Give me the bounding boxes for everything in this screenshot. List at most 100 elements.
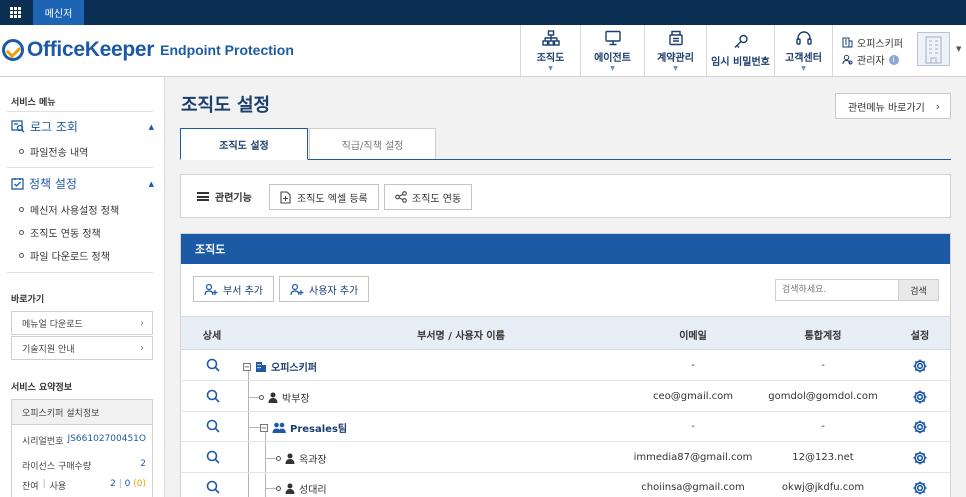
key-icon xyxy=(734,34,748,48)
search-icon[interactable] xyxy=(206,480,220,494)
func-label-text: 관련기능 xyxy=(215,193,252,204)
nav-label: 임시 비밀번호 xyxy=(711,56,770,68)
role-line: 관리자 i xyxy=(842,52,899,67)
col-detail: 상세 xyxy=(202,331,222,342)
sidebar-group-log[interactable]: 로그 조회 ▲ xyxy=(11,118,154,135)
tree-node[interactable]: − Presales팀 xyxy=(260,420,347,435)
search-icon[interactable] xyxy=(206,419,220,433)
gear-icon[interactable] xyxy=(912,450,928,466)
tree-line xyxy=(248,427,260,428)
sidebar: 서비스 메뉴 로그 조회 ▲ 파일전송 내역 정책 설정 ▲ 메신저 사용설정 … xyxy=(0,77,165,497)
serial-value: JS66102700451O xyxy=(67,434,146,444)
sidebar-item-download-policy[interactable]: 파일 다운로드 정책 xyxy=(19,248,110,263)
search-icon[interactable] xyxy=(206,389,220,403)
gear-icon[interactable] xyxy=(912,389,928,405)
sidebar-item-label: 메신저 사용설정 정책 xyxy=(30,206,120,217)
bullet-icon xyxy=(19,253,24,258)
tab-label: 직급/직책 설정 xyxy=(341,140,404,152)
messenger-tab[interactable]: 메신저 xyxy=(33,0,84,25)
tab-org-settings[interactable]: 조직도 설정 xyxy=(180,128,308,160)
separator: | xyxy=(42,479,46,489)
add-user-icon xyxy=(290,283,304,295)
use-label: 사용 xyxy=(49,482,67,492)
search-button[interactable]: 검색 xyxy=(898,279,939,301)
func-label: 관련기능 xyxy=(197,189,252,204)
nav-label: 조직도 xyxy=(536,52,565,64)
top-nav: 조직도 ▼ 에이전트 ▼ 계약관리 ▼ 임시 비밀번호 고객센터 ▼ xyxy=(520,25,832,76)
chevron-down-icon: ▼ xyxy=(610,64,615,72)
col-name: 부서명 / 사용자 이름 xyxy=(417,331,505,342)
chevron-up-icon: ▲ xyxy=(148,122,154,131)
manual-download-link[interactable]: 메뉴얼 다운로드 › xyxy=(11,311,153,335)
brand-name: OfficeKeeper xyxy=(27,38,155,61)
summary-box-title: 오피스키퍼 설치정보 xyxy=(12,400,152,425)
app-grid-icon[interactable] xyxy=(0,0,31,25)
sidebar-group-policy[interactable]: 정책 설정 ▲ xyxy=(11,175,154,192)
chevron-down-icon[interactable]: ▼ xyxy=(956,45,961,53)
add-department-button[interactable]: 부서 추가 xyxy=(193,276,274,302)
top-bar: 메신저 xyxy=(0,0,966,25)
table-row[interactable]: 옥과장 immedia87@gmail.com 12@123.net xyxy=(181,443,950,473)
tree-node[interactable]: 박부장 xyxy=(259,390,310,405)
chevron-right-icon: › xyxy=(140,342,144,354)
col-email: 이메일 xyxy=(679,331,707,342)
org-chart-icon xyxy=(541,29,560,46)
tree-node[interactable]: − 오피스키퍼 xyxy=(243,359,317,374)
link-label: 기술지원 안내 xyxy=(22,344,75,355)
org-sync-button[interactable]: 조직도 연동 xyxy=(384,184,473,210)
service-menu-title: 서비스 메뉴 xyxy=(11,98,56,108)
user-name: 박부장 xyxy=(282,394,310,405)
bullet-icon xyxy=(19,207,24,212)
nav-temp-password[interactable]: 임시 비밀번호 xyxy=(706,25,774,76)
brand-logo[interactable]: OfficeKeeper Endpoint Protection xyxy=(2,38,294,62)
tab-rank-settings[interactable]: 직급/직책 설정 xyxy=(309,128,436,160)
sidebar-item-messenger-policy[interactable]: 메신저 사용설정 정책 xyxy=(19,202,119,217)
sidebar-item-file-transfer[interactable]: 파일전송 내역 xyxy=(19,144,88,159)
button-label: 사용자 추가 xyxy=(309,285,359,297)
nav-agent[interactable]: 에이전트 ▼ xyxy=(580,25,644,76)
chevron-down-icon: ▼ xyxy=(801,64,806,72)
account-cell: - xyxy=(821,421,825,432)
gear-icon[interactable] xyxy=(912,419,928,435)
table-row[interactable]: − Presales팀 - - xyxy=(181,412,950,442)
divider xyxy=(7,167,153,168)
menu-icon xyxy=(197,192,209,201)
account-cell: okwj@jkdfu.com xyxy=(781,482,865,493)
nav-label: 계약관리 xyxy=(657,52,694,64)
search-icon[interactable] xyxy=(206,450,220,464)
sidebar-group-label: 정책 설정 xyxy=(29,177,77,191)
dept-name: 오피스키퍼 xyxy=(271,363,317,374)
gear-icon[interactable] xyxy=(912,480,928,496)
tree-node[interactable]: 성대리 xyxy=(276,481,327,496)
user-role: 관리자 xyxy=(857,56,885,67)
shortcut-title: 바로가기 xyxy=(11,295,45,305)
add-user-button[interactable]: 사용자 추가 xyxy=(279,276,370,302)
table-row[interactable]: 박부장 ceo@gmail.com gomdol@gomdol.com xyxy=(181,382,950,412)
file-add-icon xyxy=(280,190,291,204)
user-menu[interactable]: 오피스키퍼 관리자 i ▼ xyxy=(832,25,966,76)
tech-support-link[interactable]: 기술지원 안내 › xyxy=(11,336,153,360)
collapse-toggle-icon[interactable]: − xyxy=(243,362,251,371)
sidebar-item-org-sync-policy[interactable]: 조직도 연동 정책 xyxy=(19,225,101,240)
tree-node[interactable]: 옥과장 xyxy=(276,451,327,466)
gear-icon[interactable] xyxy=(912,358,928,374)
collapse-toggle-icon[interactable]: − xyxy=(260,423,268,432)
brand-subtitle: Endpoint Protection xyxy=(160,42,294,58)
nav-contract[interactable]: 계약관리 ▼ xyxy=(644,25,706,76)
search-icon[interactable] xyxy=(206,358,220,372)
main-content: 조직도 설정 관련메뉴 바로가기 › 조직도 설정 직급/직책 설정 관련기능 … xyxy=(166,77,966,497)
chevron-right-icon: › xyxy=(935,99,940,113)
related-menu-button[interactable]: 관련메뉴 바로가기 › xyxy=(835,93,951,119)
info-icon[interactable]: i xyxy=(888,54,899,65)
chevron-down-icon: ▼ xyxy=(673,64,678,72)
nav-org-chart[interactable]: 조직도 ▼ xyxy=(520,25,580,76)
nav-customer-center[interactable]: 고객센터 ▼ xyxy=(774,25,832,76)
link-label: 메뉴얼 다운로드 xyxy=(22,319,83,330)
search-input[interactable] xyxy=(775,279,899,301)
user-name: 옥과장 xyxy=(299,455,327,466)
user-icon xyxy=(268,392,278,403)
excel-import-button[interactable]: 조직도 엑셀 등록 xyxy=(269,184,379,210)
divider xyxy=(7,272,153,273)
table-row[interactable]: 성대리 choiinsa@gmail.com okwj@jkdfu.com xyxy=(181,473,950,497)
table-row[interactable]: − 오피스키퍼 - - xyxy=(181,351,950,381)
